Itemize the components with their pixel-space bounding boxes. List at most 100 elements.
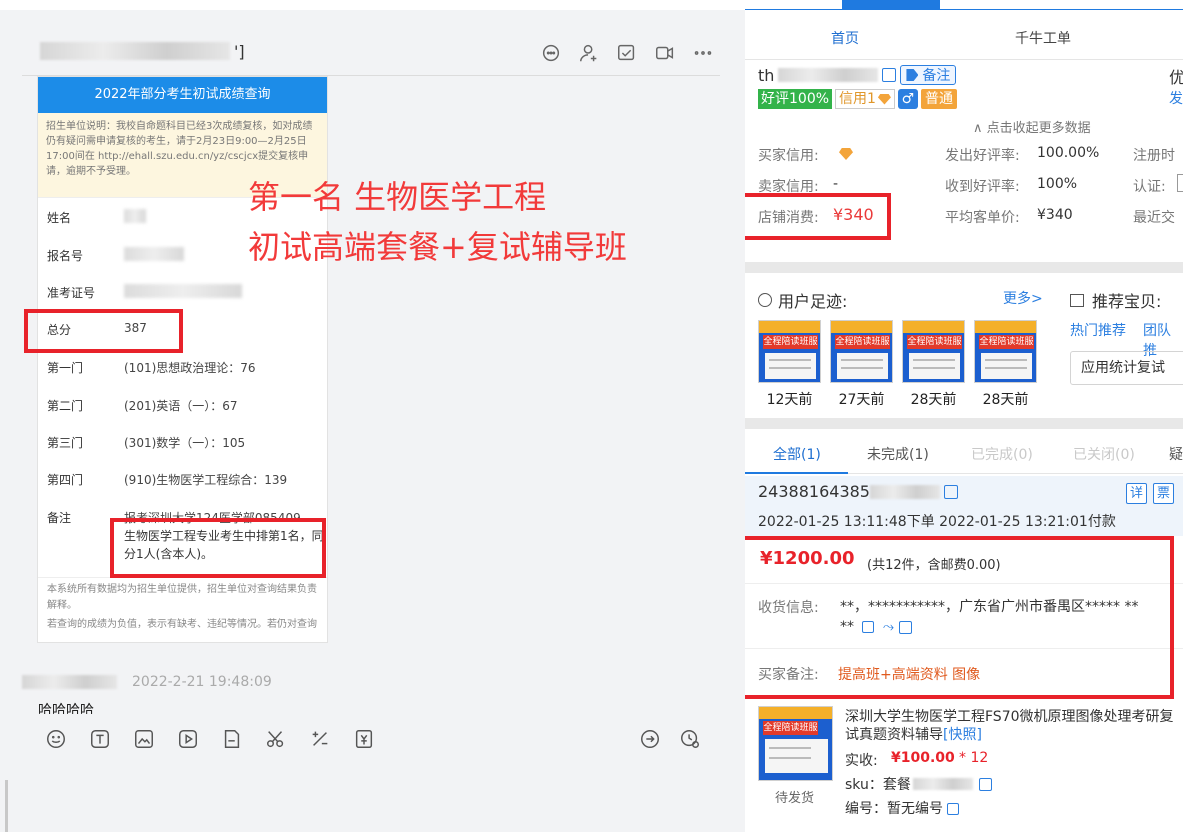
file-icon[interactable] (220, 728, 244, 750)
video-icon[interactable] (176, 728, 200, 750)
add-contact-icon[interactable] (577, 42, 601, 64)
order-tab-done[interactable]: 已完成(0) (971, 444, 1033, 464)
register-time-label: 注册时 (1133, 148, 1175, 164)
buyer-credit-label: 买家信用: (758, 148, 819, 164)
tab-home[interactable]: 首页 (831, 28, 859, 48)
text-format-icon[interactable] (88, 728, 112, 750)
badge-credit-label: 信用1 (839, 91, 876, 107)
side-tab-indicator (842, 0, 940, 10)
buyer-credit-diamond-icon (839, 148, 853, 160)
shipping-status: 待发货 (775, 791, 815, 806)
redacted-value (124, 209, 146, 223)
sent-good-rate-value: 100.00% (1037, 145, 1100, 161)
order-tab-closed[interactable]: 已关闭(0) (1073, 444, 1135, 464)
card-footer-line: 若查询的成绩为负值，表示有缺考、违纪等情况。若仍对查询结果有疑问，请咨询相应的招… (47, 619, 317, 630)
footprint-time: 12天前 (766, 392, 813, 408)
message-time: 2022-2-21 19:48:09 (132, 674, 272, 690)
sent-good-rate-label: 发出好评率: (945, 148, 1020, 164)
image-icon[interactable] (132, 728, 156, 750)
order-product-title[interactable]: 深圳大学生物医学工程FS70微机原理图像处理考研复试真题资料辅导[快照] (845, 708, 1183, 744)
copy-icon[interactable] (943, 484, 958, 499)
footprint-more-link[interactable]: 更多> (1003, 288, 1043, 308)
product-code: 编号：暂无编号 (845, 798, 963, 818)
copy-icon[interactable] (882, 68, 897, 82)
message-text: 哈哈哈哈 (38, 703, 94, 714)
footprint-item[interactable]: 全程陪读班服务 27天前 (830, 320, 893, 409)
chat-bubble-icon[interactable] (539, 42, 563, 64)
product-code-label: 编号：暂无编号 (845, 801, 943, 817)
head-right-link[interactable]: 发 (1169, 88, 1183, 108)
recommend-hot-link[interactable]: 热门推荐 (1070, 320, 1126, 340)
highlight-box-shop-spend (745, 193, 891, 240)
input-toolbar-right (638, 728, 702, 750)
redacted-name (40, 42, 230, 60)
coupon-icon[interactable] (352, 728, 376, 750)
recv-good-rate-label: 收到好评率: (945, 179, 1020, 195)
highlight-box-order (745, 536, 1174, 699)
card-footer-line: 本系统所有数据均为招生单位提供，招生单位对查询结果负责解释。 (47, 584, 317, 611)
card-footer: 本系统所有数据均为招生单位提供，招生单位对查询结果负责解释。 若查询的成绩为负值… (38, 577, 327, 631)
app-root: '] 2022年部分考生初试成绩查询 招生单位说明：我校自命题科目已经3次成绩复… (0, 0, 1183, 832)
product-thumbnail: 全程陪读班服务 (758, 706, 833, 781)
product-sku-label: sku：套餐 (845, 777, 911, 793)
tag-icon (906, 69, 919, 81)
task-check-icon[interactable] (615, 42, 639, 64)
order-invoice-button[interactable]: 票 (1153, 483, 1174, 504)
row-label: 报名号 (47, 249, 84, 263)
footprint-time: 28天前 (982, 392, 1029, 408)
order-tab-all[interactable]: 全部(1) (773, 444, 821, 464)
footprint-item[interactable]: 全程陪读班服务 12天前 (758, 320, 821, 409)
footprint-item[interactable]: 全程陪读班服务 28天前 (902, 320, 965, 409)
chat-scrollbar[interactable] (5, 780, 8, 832)
footprint-time: 27天前 (838, 392, 885, 408)
chat-title: '] (40, 40, 245, 62)
scissors-icon[interactable] (264, 728, 288, 750)
emoji-icon[interactable] (44, 728, 68, 750)
order-number-value: 24388164385 (758, 482, 870, 501)
input-toolbar (44, 728, 376, 750)
order-product-title-text: 深圳大学生物医学工程FS70微机原理图像处理考研复试真题资料辅导 (845, 709, 1174, 743)
message-meta: 2022-2-21 19:48:09 (22, 674, 272, 690)
buyer-badges: 好评100% 信用1 ♂ 普通 (758, 89, 957, 109)
snapshot-link[interactable]: [快照] (943, 727, 982, 743)
order-tab-incomplete[interactable]: 未完成(1) (867, 444, 929, 464)
card-row-exam-no: 准考证号 (38, 284, 327, 301)
chat-toolbar (539, 42, 715, 64)
history-settings-icon[interactable] (678, 728, 702, 750)
tab-qianniu-ticket[interactable]: 千牛工单 (1015, 28, 1071, 48)
row-value: (301)数学（一）：105 (124, 436, 246, 450)
remark-tag-button[interactable]: 备注 (900, 65, 957, 85)
more-icon[interactable] (691, 42, 715, 64)
recommend-title: 推荐宝贝: (1070, 288, 1161, 312)
order-tab-doubt[interactable]: 疑 (1169, 444, 1183, 464)
envelope-icon (1070, 293, 1084, 307)
product-sku: sku：套餐 (845, 774, 996, 794)
paid-value: ¥100.00 (891, 750, 955, 766)
side-tabs: 首页 千牛工单 (745, 0, 1183, 60)
copy-icon[interactable] (947, 803, 960, 815)
recommend-category-select[interactable]: 应用统计复试 (1070, 351, 1183, 385)
highlight-box-total (24, 309, 183, 353)
row-value: (201)英语（一）：67 (124, 399, 238, 413)
order-number: 24388164385 (758, 482, 962, 501)
row-label: 姓名 (47, 211, 72, 225)
clock-icon (758, 293, 772, 307)
chat-top-strip (0, 0, 745, 10)
badge-member-level: 普通 (920, 89, 957, 109)
footprint-item[interactable]: 全程陪读班服务 28天前 (974, 320, 1037, 409)
order-times: 2022-01-25 13:11:48下单 2022-01-25 13:21:0… (758, 514, 1116, 530)
redacted-order-number (869, 484, 940, 499)
section-separator (745, 418, 1183, 429)
discount-icon[interactable] (308, 728, 332, 750)
transfer-icon[interactable] (638, 728, 662, 750)
video-call-icon[interactable] (653, 42, 677, 64)
order-product-thumbnail[interactable]: 全程陪读班服务 (758, 706, 833, 781)
avg-price-label: 平均客单价: (945, 210, 1020, 226)
row-value: (101)思想政治理论：76 (124, 361, 256, 375)
edit-sku-icon[interactable] (978, 777, 992, 791)
card-row-subject-3: 第三门 (301)数学（一）：105 (38, 434, 327, 451)
order-detail-button[interactable]: 详 (1126, 483, 1147, 504)
product-thumbnail: 全程陪读班服务 (902, 320, 965, 383)
order-tab-underline (745, 472, 848, 474)
collapse-more-link[interactable]: ∧ 点击收起更多数据 (973, 117, 1091, 136)
